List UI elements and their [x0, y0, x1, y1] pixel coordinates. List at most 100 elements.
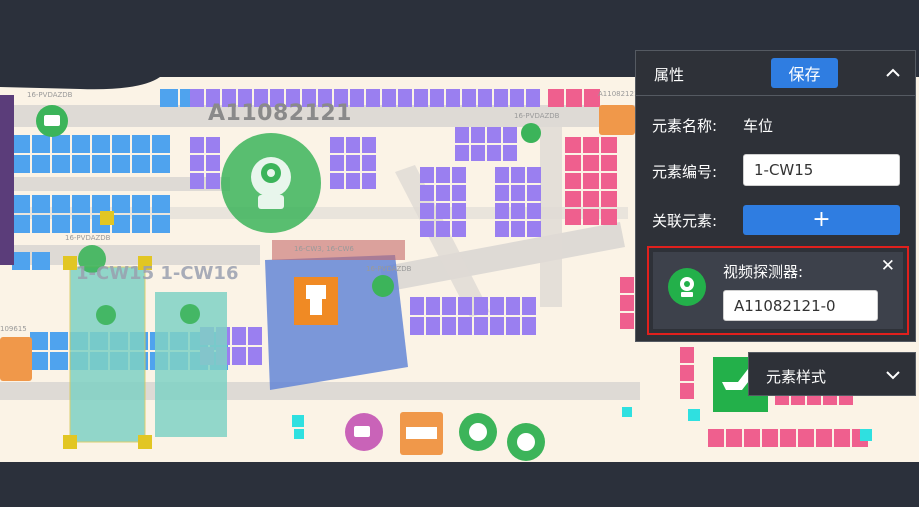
map-small-label: 16-PVDAZDB: [65, 234, 111, 242]
parking-slot: [527, 185, 541, 201]
parking-slot: [420, 167, 434, 183]
parking-slot: [190, 155, 204, 171]
parking-slot: [494, 89, 508, 107]
parking-slot: [132, 155, 150, 173]
linked-element-type: 视频探测器:: [723, 263, 804, 281]
parking-slot: [487, 145, 501, 161]
save-button[interactable]: 保存: [771, 58, 838, 88]
selected-slot-labels: 1-CW15 1-CW16: [76, 263, 239, 284]
parking-slot: [414, 89, 428, 107]
parking-slot: [30, 352, 48, 370]
parking-slot: [350, 89, 364, 107]
parking-slot: [330, 155, 344, 171]
add-linked-element-button[interactable]: +: [743, 205, 900, 235]
element-id-input[interactable]: [743, 154, 900, 186]
parking-slot: [503, 127, 517, 143]
map-small-label: 16-CW3, 16-CW6: [294, 245, 354, 253]
parking-slot: [583, 173, 599, 189]
parking-slot: [112, 135, 130, 153]
parking-slot: [807, 395, 821, 405]
parking-slot: [527, 203, 541, 219]
parking-slot: [426, 297, 440, 315]
parking-slot: [112, 195, 130, 213]
parking-slot: [601, 191, 617, 207]
parking-slot: [32, 252, 50, 270]
linked-elements-label: 关联元素:: [652, 212, 718, 230]
element-style-section[interactable]: 元素样式: [748, 352, 916, 396]
parking-slot: [566, 89, 582, 107]
parking-slot: [152, 215, 170, 233]
parking-slot: [410, 297, 424, 315]
parking-slot: [565, 191, 581, 207]
parking-slot: [152, 155, 170, 173]
parking-slot: [510, 89, 524, 107]
parking-slot: [495, 203, 509, 219]
chevron-down-icon[interactable]: [885, 367, 901, 383]
parking-slot: [72, 215, 90, 233]
parking-slot: [346, 173, 360, 189]
parking-slot: [583, 155, 599, 171]
parking-slot: [506, 297, 520, 315]
parking-slot: [490, 297, 504, 315]
parking-slot: [152, 135, 170, 153]
parking-slot: [206, 137, 220, 153]
parking-slot: [190, 89, 204, 107]
parking-slot: [72, 135, 90, 153]
parking-slot: [452, 203, 466, 219]
parking-slot: [420, 221, 434, 237]
parking-slot: [190, 137, 204, 153]
parking-slot: [680, 347, 694, 363]
parking-slot: [72, 155, 90, 173]
parking-slot: [620, 313, 634, 329]
parking-slot: [72, 195, 90, 213]
map-small-label: 16-PVDAZDB: [366, 265, 412, 273]
parking-slot: [583, 137, 599, 153]
parking-slot: [92, 195, 110, 213]
parking-slot: [791, 395, 805, 405]
element-name-label: 元素名称:: [652, 117, 718, 135]
parking-slot: [410, 317, 424, 335]
parking-slot: [490, 317, 504, 335]
parking-slot: [780, 429, 796, 447]
parking-slot: [565, 137, 581, 153]
parking-slot: [112, 215, 130, 233]
parking-slot: [12, 195, 30, 213]
chevron-up-icon[interactable]: [885, 65, 901, 81]
parking-slot: [601, 173, 617, 189]
parking-slot: [511, 221, 525, 237]
parking-slot: [452, 167, 466, 183]
map-small-label: 16-PVDAZDB: [27, 91, 73, 99]
parking-slot: [452, 185, 466, 201]
parking-slot: [446, 89, 460, 107]
parking-slot: [834, 429, 850, 447]
properties-panel: 属性 保存 元素名称: 车位 元素编号: 关联元素: + 视频探测器: ✕: [635, 50, 916, 342]
parking-slot: [823, 395, 837, 405]
parking-slot: [52, 195, 70, 213]
parking-slot: [471, 145, 485, 161]
parking-slot: [420, 185, 434, 201]
parking-slot: [112, 155, 130, 173]
linked-element-input[interactable]: [723, 290, 878, 321]
parking-slot: [839, 395, 853, 405]
parking-slot: [458, 317, 472, 335]
parking-slot: [452, 221, 466, 237]
parking-slot: [620, 295, 634, 311]
parking-slot: [32, 215, 50, 233]
parking-slot: [511, 203, 525, 219]
parking-slot: [362, 155, 376, 171]
parking-slot: [495, 185, 509, 201]
close-icon[interactable]: ✕: [881, 256, 895, 276]
parking-slot: [232, 327, 246, 345]
parking-slot: [583, 209, 599, 225]
parking-slot: [50, 352, 68, 370]
parking-slot: [92, 135, 110, 153]
parking-slot: [206, 155, 220, 171]
parking-slot: [248, 327, 262, 345]
parking-slot: [487, 127, 501, 143]
parking-slot: [12, 252, 30, 270]
parking-slot: [346, 137, 360, 153]
element-style-label: 元素样式: [766, 368, 827, 386]
parking-slot: [362, 137, 376, 153]
parking-slot: [362, 173, 376, 189]
parking-slot: [495, 167, 509, 183]
